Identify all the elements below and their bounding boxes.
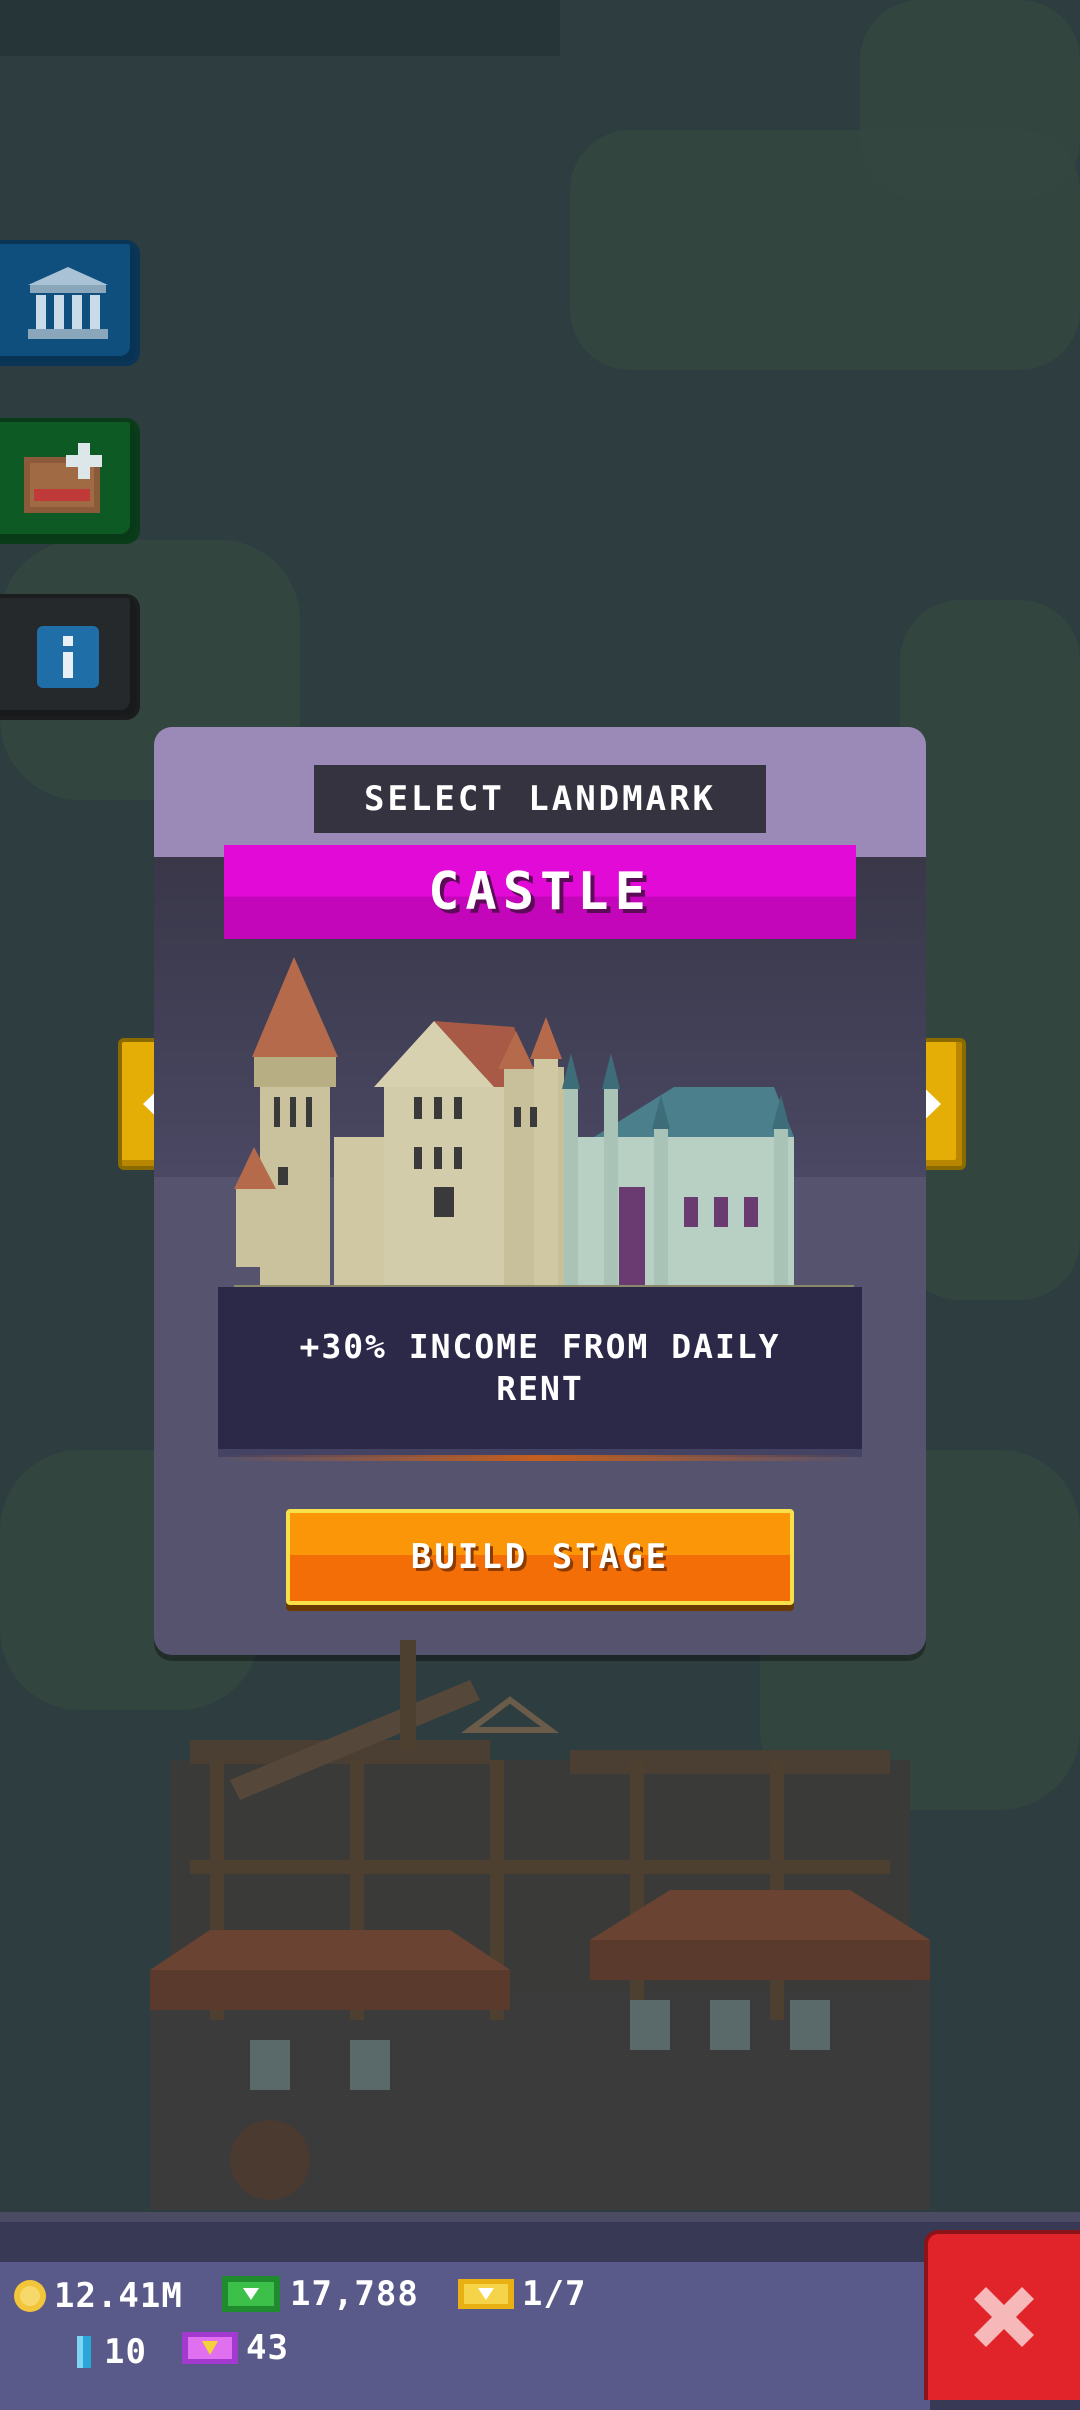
bottom-resource-bar: 12.41M 17,788 1/7 10 43 [0, 2212, 1080, 2410]
info-icon [37, 626, 99, 688]
tickets-counter: 1/7 [456, 2274, 586, 2314]
close-button[interactable] [924, 2230, 1080, 2400]
tickets-value: 1/7 [522, 2274, 587, 2314]
dialog-title: SELECT LANDMARK [314, 765, 766, 833]
coin-icon [14, 2280, 46, 2312]
gems-value: 10 [104, 2332, 147, 2372]
gem-icon [77, 2336, 91, 2368]
close-icon [974, 2287, 1034, 2347]
bux-icon [222, 2276, 280, 2312]
landmark-description: +30% INCOME FROM DAILY RENT [218, 1287, 862, 1457]
quest-icon [24, 443, 102, 513]
vip-tickets-counter: 43 [180, 2328, 289, 2368]
golden-ticket-icon [458, 2279, 514, 2309]
landmark-name: CASTLE [224, 845, 856, 939]
tower-construction [150, 1640, 930, 2210]
bg-cloud [900, 600, 1080, 1300]
coins-value: 12.41M [54, 2276, 183, 2316]
gems-counter: 10 [74, 2332, 147, 2372]
resource-panel: 12.41M 17,788 1/7 10 43 [0, 2262, 930, 2410]
info-button[interactable] [0, 594, 140, 720]
quest-button[interactable] [0, 418, 140, 544]
castle-illustration [234, 957, 854, 1292]
build-stage-button[interactable]: BUILD STAGE [286, 1509, 794, 1605]
vip-tickets-value: 43 [246, 2328, 289, 2368]
bux-counter: 17,788 [220, 2274, 419, 2314]
coins-counter: 12.41M [12, 2276, 183, 2316]
description-glow [218, 1455, 862, 1461]
museum-icon [28, 267, 108, 339]
vip-ticket-icon [182, 2332, 238, 2364]
bg-cloud-band [0, 0, 560, 56]
bux-value: 17,788 [290, 2274, 419, 2314]
select-landmark-dialog: SELECT LANDMARK CASTLE +30% INCOME FROM … [154, 727, 926, 1655]
museum-button[interactable] [0, 240, 140, 366]
bg-cloud [860, 0, 1080, 200]
